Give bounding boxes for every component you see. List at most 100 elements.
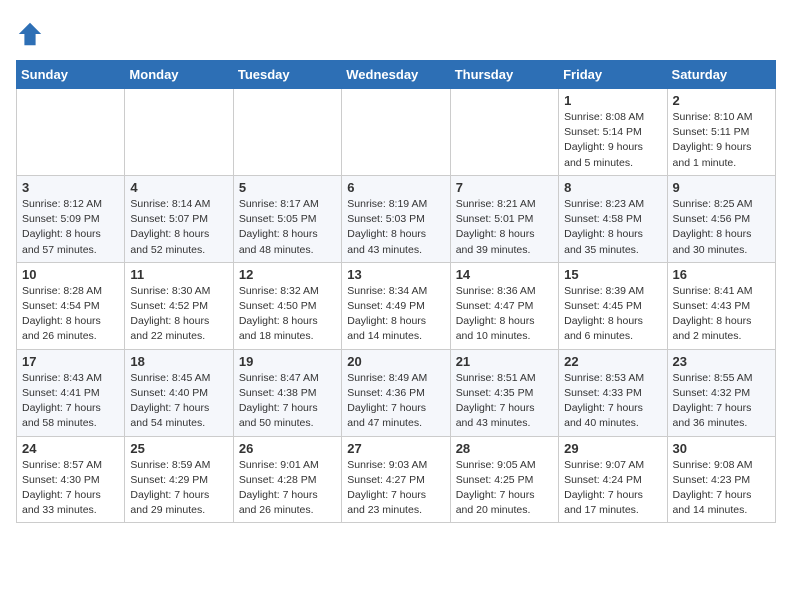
day-info: Sunrise: 8:32 AM Sunset: 4:50 PM Dayligh…: [239, 284, 336, 345]
day-info: Sunrise: 8:21 AM Sunset: 5:01 PM Dayligh…: [456, 197, 553, 258]
day-number: 4: [130, 180, 227, 195]
day-info: Sunrise: 8:47 AM Sunset: 4:38 PM Dayligh…: [239, 371, 336, 432]
day-info: Sunrise: 9:07 AM Sunset: 4:24 PM Dayligh…: [564, 458, 661, 519]
calendar-cell: 18 Sunrise: 8:45 AM Sunset: 4:40 PM Dayli…: [125, 349, 233, 436]
calendar-cell: 28 Sunrise: 9:05 AM Sunset: 4:25 PM Dayli…: [450, 436, 558, 523]
calendar: SundayMondayTuesdayWednesdayThursdayFrid…: [16, 60, 776, 523]
week-row-5: 24 Sunrise: 8:57 AM Sunset: 4:30 PM Dayli…: [17, 436, 776, 523]
calendar-cell: 26 Sunrise: 9:01 AM Sunset: 4:28 PM Dayli…: [233, 436, 341, 523]
day-number: 15: [564, 267, 661, 282]
day-info: Sunrise: 8:39 AM Sunset: 4:45 PM Dayligh…: [564, 284, 661, 345]
weekday-header-wednesday: Wednesday: [342, 61, 450, 89]
calendar-cell: 23 Sunrise: 8:55 AM Sunset: 4:32 PM Dayli…: [667, 349, 775, 436]
day-number: 7: [456, 180, 553, 195]
weekday-header-monday: Monday: [125, 61, 233, 89]
day-number: 6: [347, 180, 444, 195]
day-number: 21: [456, 354, 553, 369]
day-number: 28: [456, 441, 553, 456]
weekday-header-friday: Friday: [559, 61, 667, 89]
calendar-cell: 10 Sunrise: 8:28 AM Sunset: 4:54 PM Dayli…: [17, 262, 125, 349]
weekday-header-tuesday: Tuesday: [233, 61, 341, 89]
day-info: Sunrise: 9:03 AM Sunset: 4:27 PM Dayligh…: [347, 458, 444, 519]
calendar-cell: 6 Sunrise: 8:19 AM Sunset: 5:03 PM Daylig…: [342, 175, 450, 262]
day-info: Sunrise: 8:08 AM Sunset: 5:14 PM Dayligh…: [564, 110, 661, 171]
day-number: 27: [347, 441, 444, 456]
day-info: Sunrise: 8:17 AM Sunset: 5:05 PM Dayligh…: [239, 197, 336, 258]
day-info: Sunrise: 8:53 AM Sunset: 4:33 PM Dayligh…: [564, 371, 661, 432]
logo-icon: [16, 20, 44, 48]
week-row-2: 3 Sunrise: 8:12 AM Sunset: 5:09 PM Daylig…: [17, 175, 776, 262]
day-info: Sunrise: 8:25 AM Sunset: 4:56 PM Dayligh…: [673, 197, 770, 258]
calendar-cell: 5 Sunrise: 8:17 AM Sunset: 5:05 PM Daylig…: [233, 175, 341, 262]
week-row-3: 10 Sunrise: 8:28 AM Sunset: 4:54 PM Dayli…: [17, 262, 776, 349]
day-info: Sunrise: 8:41 AM Sunset: 4:43 PM Dayligh…: [673, 284, 770, 345]
calendar-cell: [450, 89, 558, 176]
day-number: 3: [22, 180, 119, 195]
day-number: 11: [130, 267, 227, 282]
day-info: Sunrise: 8:14 AM Sunset: 5:07 PM Dayligh…: [130, 197, 227, 258]
day-number: 26: [239, 441, 336, 456]
day-info: Sunrise: 8:28 AM Sunset: 4:54 PM Dayligh…: [22, 284, 119, 345]
calendar-cell: 7 Sunrise: 8:21 AM Sunset: 5:01 PM Daylig…: [450, 175, 558, 262]
calendar-cell: 30Sunrise: 9:08 AM Sunset: 4:23 PM Dayli…: [667, 436, 775, 523]
calendar-cell: 4 Sunrise: 8:14 AM Sunset: 5:07 PM Daylig…: [125, 175, 233, 262]
day-number: 24: [22, 441, 119, 456]
calendar-cell: 24 Sunrise: 8:57 AM Sunset: 4:30 PM Dayli…: [17, 436, 125, 523]
day-number: 19: [239, 354, 336, 369]
calendar-cell: 16 Sunrise: 8:41 AM Sunset: 4:43 PM Dayli…: [667, 262, 775, 349]
day-info: Sunrise: 8:43 AM Sunset: 4:41 PM Dayligh…: [22, 371, 119, 432]
day-info: Sunrise: 8:19 AM Sunset: 5:03 PM Dayligh…: [347, 197, 444, 258]
day-number: 14: [456, 267, 553, 282]
calendar-cell: [17, 89, 125, 176]
calendar-cell: [125, 89, 233, 176]
day-info: Sunrise: 9:05 AM Sunset: 4:25 PM Dayligh…: [456, 458, 553, 519]
day-number: 20: [347, 354, 444, 369]
calendar-cell: 19 Sunrise: 8:47 AM Sunset: 4:38 PM Dayli…: [233, 349, 341, 436]
day-info: Sunrise: 8:55 AM Sunset: 4:32 PM Dayligh…: [673, 371, 770, 432]
day-info: Sunrise: 8:34 AM Sunset: 4:49 PM Dayligh…: [347, 284, 444, 345]
calendar-cell: 8 Sunrise: 8:23 AM Sunset: 4:58 PM Daylig…: [559, 175, 667, 262]
day-number: 22: [564, 354, 661, 369]
day-number: 29: [564, 441, 661, 456]
day-info: Sunrise: 8:51 AM Sunset: 4:35 PM Dayligh…: [456, 371, 553, 432]
day-number: 10: [22, 267, 119, 282]
day-info: Sunrise: 8:23 AM Sunset: 4:58 PM Dayligh…: [564, 197, 661, 258]
calendar-cell: [233, 89, 341, 176]
day-number: 23: [673, 354, 770, 369]
day-info: Sunrise: 8:57 AM Sunset: 4:30 PM Dayligh…: [22, 458, 119, 519]
day-number: 16: [673, 267, 770, 282]
calendar-cell: 3 Sunrise: 8:12 AM Sunset: 5:09 PM Daylig…: [17, 175, 125, 262]
calendar-cell: 2Sunrise: 8:10 AM Sunset: 5:11 PM Daylig…: [667, 89, 775, 176]
calendar-cell: 25 Sunrise: 8:59 AM Sunset: 4:29 PM Dayli…: [125, 436, 233, 523]
day-info: Sunrise: 9:01 AM Sunset: 4:28 PM Dayligh…: [239, 458, 336, 519]
day-number: 5: [239, 180, 336, 195]
day-number: 12: [239, 267, 336, 282]
calendar-cell: 13 Sunrise: 8:34 AM Sunset: 4:49 PM Dayli…: [342, 262, 450, 349]
calendar-cell: 1 Sunrise: 8:08 AM Sunset: 5:14 PM Daylig…: [559, 89, 667, 176]
weekday-header-thursday: Thursday: [450, 61, 558, 89]
day-info: Sunrise: 8:36 AM Sunset: 4:47 PM Dayligh…: [456, 284, 553, 345]
calendar-cell: 17Sunrise: 8:43 AM Sunset: 4:41 PM Dayli…: [17, 349, 125, 436]
calendar-cell: 22 Sunrise: 8:53 AM Sunset: 4:33 PM Dayli…: [559, 349, 667, 436]
calendar-cell: 15 Sunrise: 8:39 AM Sunset: 4:45 PM Dayli…: [559, 262, 667, 349]
calendar-cell: 11Sunrise: 8:30 AM Sunset: 4:52 PM Dayli…: [125, 262, 233, 349]
day-number: 8: [564, 180, 661, 195]
calendar-cell: 27 Sunrise: 9:03 AM Sunset: 4:27 PM Dayli…: [342, 436, 450, 523]
weekday-header-sunday: Sunday: [17, 61, 125, 89]
day-info: Sunrise: 8:10 AM Sunset: 5:11 PM Dayligh…: [673, 110, 770, 171]
day-info: Sunrise: 9:08 AM Sunset: 4:23 PM Dayligh…: [673, 458, 770, 519]
calendar-cell: 12 Sunrise: 8:32 AM Sunset: 4:50 PM Dayli…: [233, 262, 341, 349]
week-row-4: 17Sunrise: 8:43 AM Sunset: 4:41 PM Dayli…: [17, 349, 776, 436]
day-info: Sunrise: 8:12 AM Sunset: 5:09 PM Dayligh…: [22, 197, 119, 258]
day-info: Sunrise: 8:59 AM Sunset: 4:29 PM Dayligh…: [130, 458, 227, 519]
logo: [16, 20, 48, 48]
weekday-header-row: SundayMondayTuesdayWednesdayThursdayFrid…: [17, 61, 776, 89]
calendar-cell: 9 Sunrise: 8:25 AM Sunset: 4:56 PM Daylig…: [667, 175, 775, 262]
day-number: 9: [673, 180, 770, 195]
day-number: 13: [347, 267, 444, 282]
calendar-cell: 14 Sunrise: 8:36 AM Sunset: 4:47 PM Dayli…: [450, 262, 558, 349]
day-info: Sunrise: 8:45 AM Sunset: 4:40 PM Dayligh…: [130, 371, 227, 432]
day-number: 25: [130, 441, 227, 456]
day-number: 1: [564, 93, 661, 108]
day-number: 18: [130, 354, 227, 369]
